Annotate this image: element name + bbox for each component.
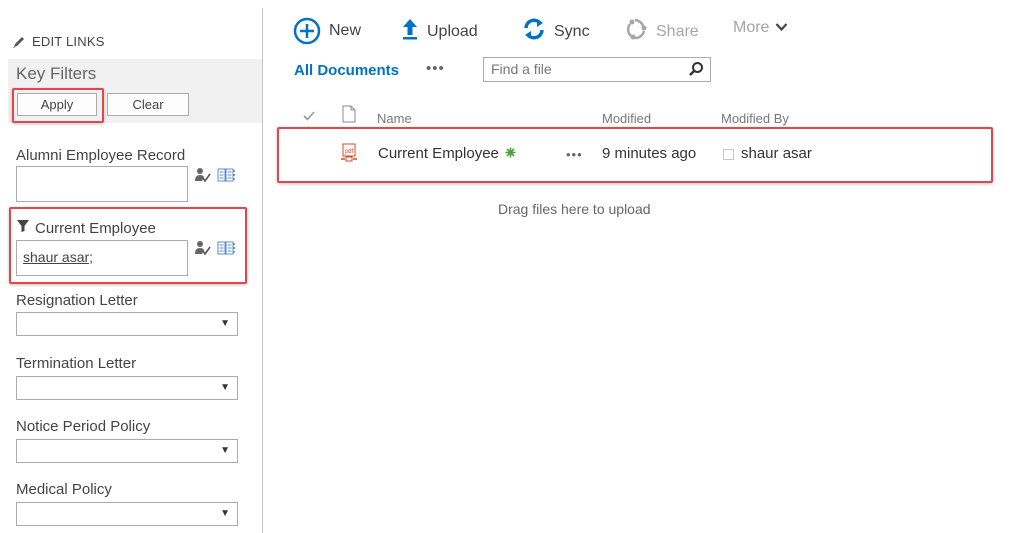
- dropdown-arrow-icon: ▼: [220, 318, 230, 329]
- current-employee-label: Current Employee: [35, 219, 156, 237]
- plus-circle-icon: [293, 17, 321, 50]
- medical-policy-dropdown[interactable]: ▼: [16, 502, 238, 526]
- upload-label: Upload: [427, 22, 478, 40]
- check-names-icon[interactable]: [194, 240, 212, 261]
- view-options-ellipsis[interactable]: •••: [426, 60, 445, 77]
- resignation-letter-dropdown[interactable]: ▼: [16, 312, 238, 336]
- browse-directory-icon[interactable]: [217, 167, 235, 188]
- modified-cell: 9 minutes ago: [602, 145, 697, 162]
- sync-icon: [522, 17, 546, 46]
- dropdown-arrow-icon: ▼: [220, 508, 230, 519]
- alumni-employee-record-input[interactable]: [16, 166, 188, 202]
- new-item-badge-icon: [505, 145, 516, 162]
- file-name-cell: Current Employee: [378, 145, 516, 162]
- modified-by-cell[interactable]: shaur asar: [741, 145, 812, 162]
- new-label: New: [329, 22, 362, 39]
- share-icon: [624, 17, 648, 46]
- new-button[interactable]: New: [293, 17, 361, 50]
- search-placeholder: Find a file: [491, 61, 552, 77]
- view-all-documents[interactable]: All Documents: [294, 62, 399, 79]
- upload-arrow-icon: [401, 17, 419, 46]
- alumni-employee-record-label: Alumni Employee Record: [16, 147, 186, 164]
- apply-button[interactable]: Apply: [17, 93, 97, 116]
- file-type-header-icon: [342, 105, 356, 128]
- sync-label: Sync: [554, 22, 590, 40]
- pdf-file-icon: pdf: [340, 143, 358, 168]
- current-employee-input[interactable]: shaur asar;: [16, 240, 188, 276]
- termination-letter-label: Termination Letter: [16, 355, 137, 372]
- row-ellipsis-menu[interactable]: •••: [566, 147, 583, 162]
- pencil-icon: [12, 35, 26, 49]
- left-panel: EDIT LINKS Key Filters Apply Clear Alumn…: [0, 0, 262, 533]
- search-icon[interactable]: [688, 61, 704, 80]
- edit-links-label: EDIT LINKS: [32, 34, 105, 49]
- notice-period-policy-dropdown[interactable]: ▼: [16, 439, 238, 463]
- share-button[interactable]: Share: [624, 17, 699, 46]
- dropdown-arrow-icon: ▼: [220, 445, 230, 456]
- find-file-search-input[interactable]: Find a file: [483, 57, 711, 82]
- chevron-down-icon: [775, 19, 788, 37]
- resolved-user[interactable]: shaur asar;: [23, 249, 93, 265]
- check-names-icon[interactable]: [194, 167, 212, 188]
- sync-button[interactable]: Sync: [522, 17, 590, 46]
- filter-icon: [16, 219, 30, 237]
- column-header-name[interactable]: Name: [377, 111, 412, 126]
- select-all-checkmark-icon[interactable]: [303, 109, 315, 127]
- more-button[interactable]: More: [733, 19, 788, 37]
- drag-upload-hint: Drag files here to upload: [498, 201, 651, 217]
- svg-text:pdf: pdf: [345, 149, 354, 155]
- current-employee-label-row: Current Employee: [16, 219, 156, 237]
- column-header-modified[interactable]: Modified: [602, 111, 651, 126]
- presence-indicator-icon: [723, 149, 734, 160]
- upload-button[interactable]: Upload: [401, 17, 478, 46]
- edit-links-button[interactable]: EDIT LINKS: [12, 34, 105, 49]
- clear-button[interactable]: Clear: [107, 93, 189, 116]
- resignation-letter-label: Resignation Letter: [16, 292, 138, 309]
- panel-divider: [262, 8, 263, 533]
- termination-letter-dropdown[interactable]: ▼: [16, 376, 238, 400]
- medical-policy-label: Medical Policy: [16, 481, 112, 498]
- more-label: More: [733, 19, 770, 36]
- dropdown-arrow-icon: ▼: [220, 382, 230, 393]
- key-filters-title: Key Filters: [16, 64, 97, 83]
- column-header-modified-by[interactable]: Modified By: [721, 111, 789, 126]
- share-label: Share: [656, 22, 699, 40]
- notice-period-policy-label: Notice Period Policy: [16, 418, 151, 435]
- browse-directory-icon[interactable]: [217, 240, 235, 261]
- file-name-link[interactable]: Current Employee: [378, 145, 499, 162]
